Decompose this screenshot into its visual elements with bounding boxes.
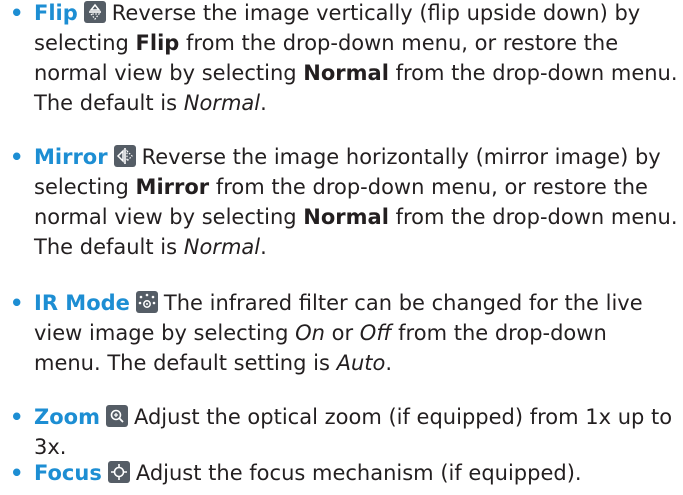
document-page: • Flip Reverse the image vertically (flip… xyxy=(0,0,683,495)
bullet: • xyxy=(10,145,24,169)
item-text: IR Mode The infrared filter can be change… xyxy=(34,291,643,375)
term-flip: Flip xyxy=(34,1,78,25)
item-text: Zoom Adjust the optical zoom (if equipped… xyxy=(34,405,673,459)
item-text: Mirror Reverse the image horizontally (mi… xyxy=(34,145,678,259)
focus-icon xyxy=(107,461,130,483)
item-text: Focus Adjust the focus mechanism (if equi… xyxy=(34,461,582,485)
term-focus: Focus xyxy=(34,461,102,485)
list-item-zoom: • Zoom Adjust the optical zoom (if equipp… xyxy=(0,402,683,462)
mirror-icon xyxy=(113,145,136,167)
list-item-flip: • Flip Reverse the image vertically (flip… xyxy=(0,0,683,118)
bullet: • xyxy=(10,1,24,25)
list-item-ir-mode: • IR Mode The infrared filter can be chan… xyxy=(0,288,683,378)
zoom-icon xyxy=(105,405,128,427)
list-item-mirror: • Mirror Reverse the image horizontally (… xyxy=(0,142,683,262)
term-ir-mode: IR Mode xyxy=(34,291,130,315)
bullet: • xyxy=(10,405,24,429)
list-item-focus: • Focus Adjust the focus mechanism (if eq… xyxy=(0,458,683,488)
bullet: • xyxy=(10,291,24,315)
term-mirror: Mirror xyxy=(34,145,108,169)
flip-icon xyxy=(83,1,106,23)
term-zoom: Zoom xyxy=(34,405,100,429)
item-text: Flip Reverse the image vertically (flip u… xyxy=(34,1,678,115)
ir-mode-icon xyxy=(135,291,158,313)
bullet: • xyxy=(10,461,24,485)
